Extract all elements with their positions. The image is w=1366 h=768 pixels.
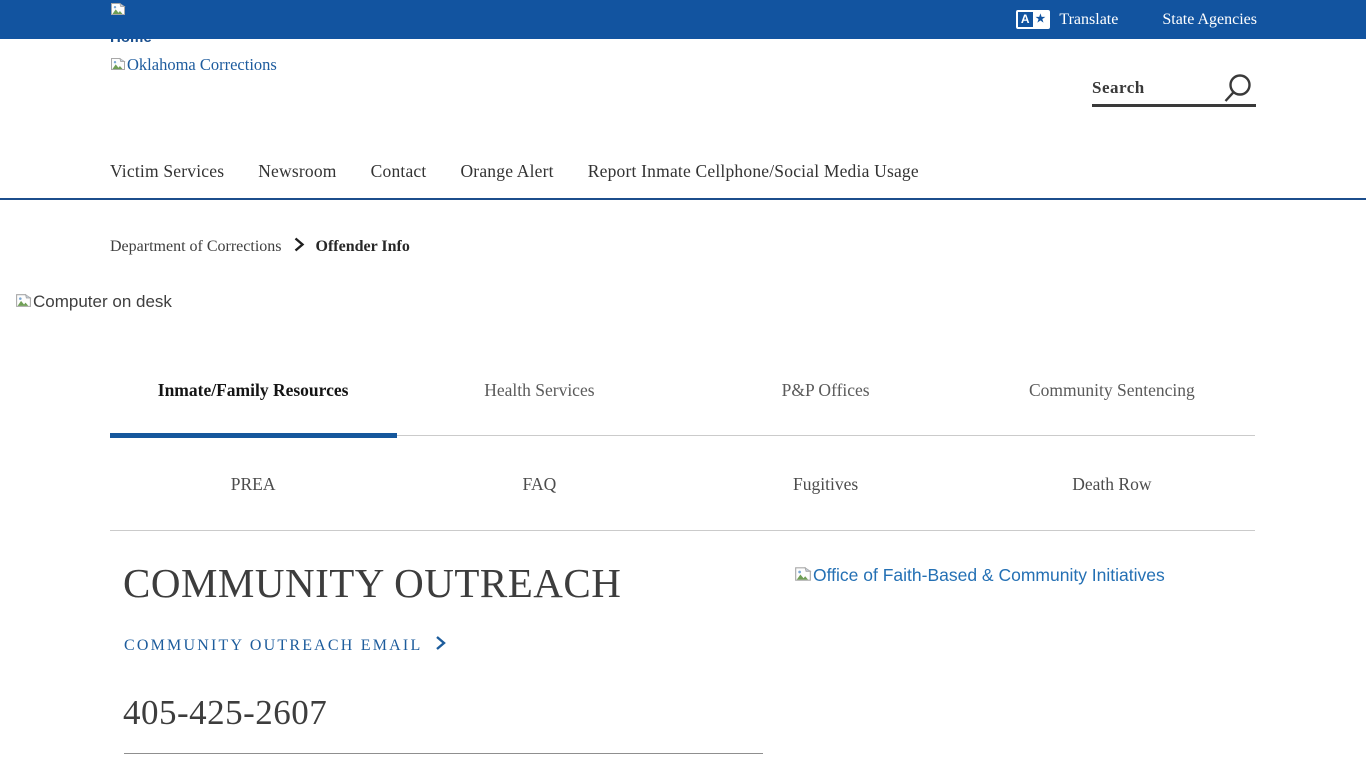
tab-death-row[interactable]: Death Row (969, 473, 1255, 495)
broken-image-icon (794, 565, 812, 588)
state-agencies-link[interactable]: State Agencies (1162, 11, 1257, 29)
secondary-tabs-rule (110, 530, 1255, 531)
search-input[interactable] (1092, 74, 1217, 102)
tab-inmate-family-resources[interactable]: Inmate/Family Resources (110, 379, 396, 401)
nav-item-orange-alert[interactable]: Orange Alert (460, 160, 553, 182)
page-title: COMMUNITY OUTREACH (123, 561, 621, 606)
top-utility-links: A★ Translate State Agencies (1016, 0, 1257, 39)
search-button[interactable] (1218, 70, 1256, 108)
side-image-alt-text: Office of Faith-Based & Community Initia… (813, 565, 1165, 585)
search-underline (1092, 104, 1256, 107)
email-link-label: COMMUNITY OUTREACH EMAIL (124, 636, 422, 656)
tab-health-services[interactable]: Health Services (396, 379, 682, 401)
primary-tabs: Inmate/Family Resources Health Services … (110, 379, 1255, 401)
breadcrumb-current: Offender Info (316, 238, 410, 256)
nav-item-report-inmate-cellphone[interactable]: Report Inmate Cellphone/Social Media Usa… (588, 160, 919, 182)
chevron-right-icon (293, 237, 305, 257)
page: A★ Translate State Agencies Home Oklahom… (0, 0, 1366, 768)
state-agencies-label: State Agencies (1162, 11, 1257, 29)
site-logo-link[interactable]: Oklahoma Corrections (110, 56, 277, 77)
tab-pp-offices[interactable]: P&P Offices (683, 379, 969, 401)
chevron-right-icon (435, 635, 446, 656)
breadcrumb: Department of Corrections Offender Info (110, 237, 410, 257)
tab-prea[interactable]: PREA (110, 473, 396, 495)
nav-item-newsroom[interactable]: Newsroom (258, 160, 336, 182)
main-navigation: Victim Services Newsroom Contact Orange … (110, 160, 919, 182)
broken-image-icon (15, 292, 32, 314)
tab-community-sentencing[interactable]: Community Sentencing (969, 379, 1255, 401)
community-outreach-email-link[interactable]: COMMUNITY OUTREACH EMAIL (124, 635, 446, 656)
tab-faq[interactable]: FAQ (396, 473, 682, 495)
broken-image-icon[interactable] (110, 1, 126, 22)
translate-button[interactable]: A★ Translate (1016, 10, 1119, 29)
active-tab-indicator (110, 433, 397, 438)
nav-item-victim-services[interactable]: Victim Services (110, 160, 224, 182)
translate-label: Translate (1059, 11, 1118, 29)
breadcrumb-link-department[interactable]: Department of Corrections (110, 238, 282, 256)
phone-number: 405-425-2607 (123, 694, 327, 733)
tab-fugitives[interactable]: Fugitives (683, 473, 969, 495)
broken-image-icon (110, 56, 126, 77)
faith-based-initiatives-image-link[interactable]: Office of Faith-Based & Community Initia… (794, 565, 1165, 588)
translate-icon: A★ (1016, 10, 1051, 29)
secondary-tabs: PREA FAQ Fugitives Death Row (110, 473, 1255, 495)
nav-item-contact[interactable]: Contact (371, 160, 427, 182)
content-divider (124, 753, 763, 754)
header-bottom-rule (0, 198, 1366, 200)
hero-image-alt-text: Computer on desk (33, 292, 172, 311)
logo-alt-text: Oklahoma Corrections (127, 56, 277, 74)
hero-image-broken: Computer on desk (15, 292, 172, 314)
